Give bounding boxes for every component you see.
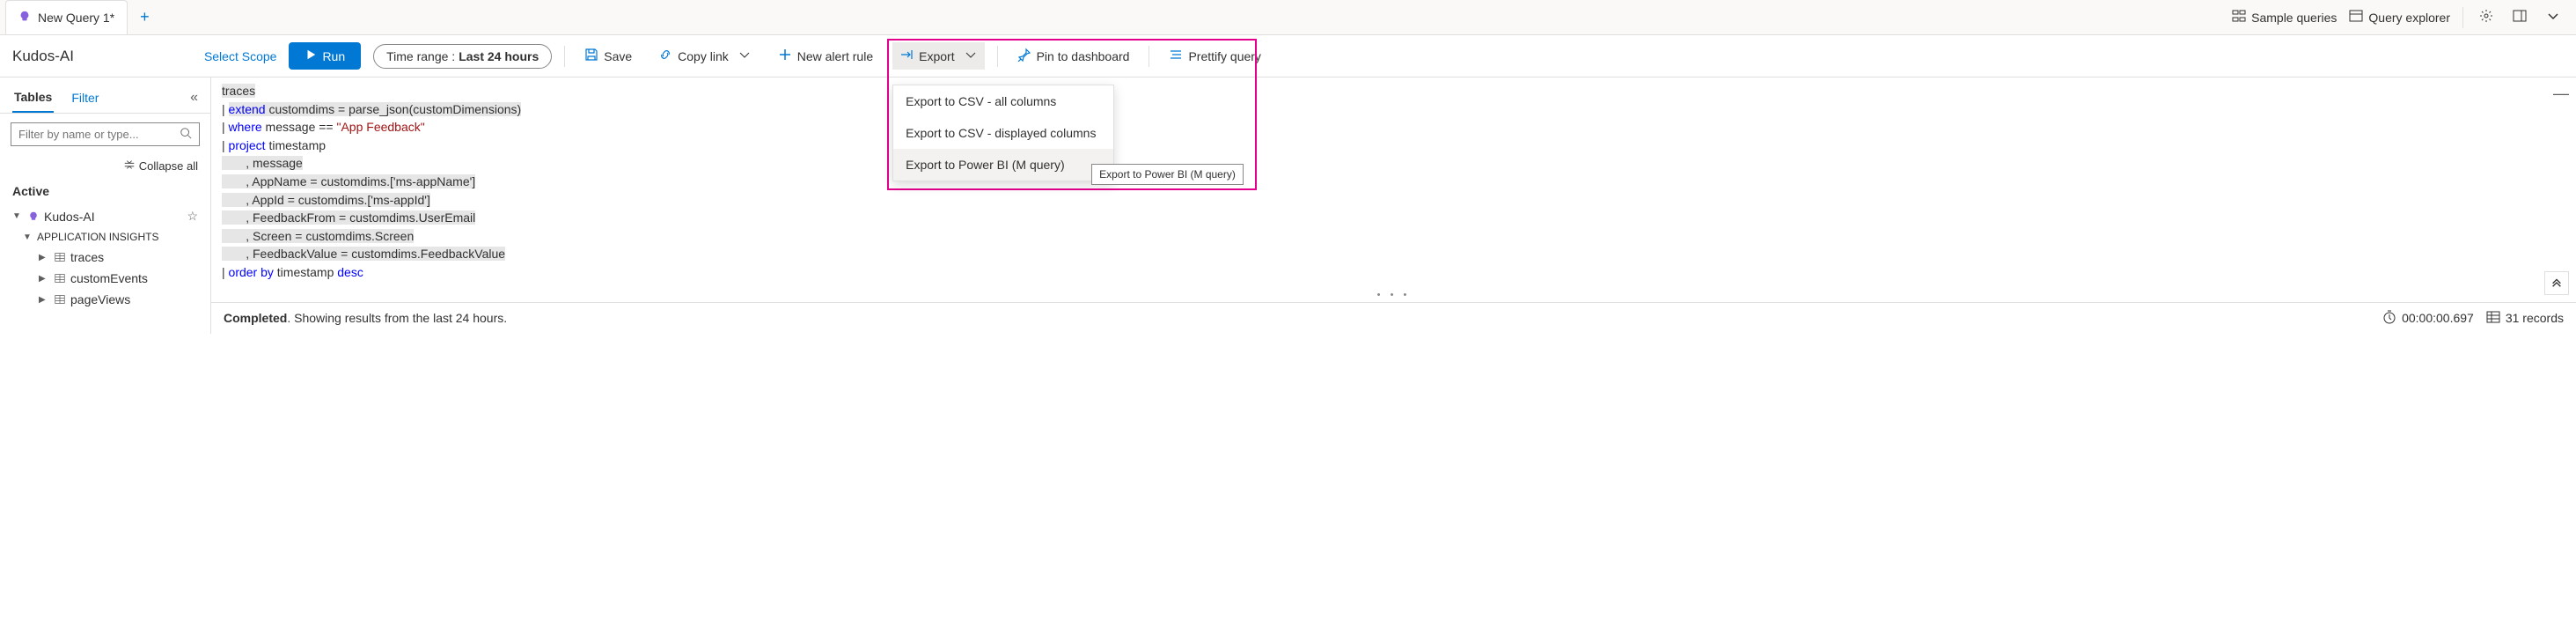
more-button[interactable] bbox=[2543, 5, 2564, 29]
save-button[interactable]: Save bbox=[577, 42, 639, 70]
new-tab-button[interactable]: + bbox=[128, 8, 162, 26]
bulb-icon bbox=[18, 11, 31, 26]
star-icon[interactable]: ☆ bbox=[187, 209, 198, 224]
collapse-all-button[interactable]: Collapse all bbox=[0, 155, 210, 177]
search-box[interactable] bbox=[11, 122, 200, 146]
save-icon bbox=[584, 48, 598, 64]
chevron-down-icon: ▼ bbox=[12, 211, 23, 221]
export-icon bbox=[899, 48, 914, 64]
sidebar: Tables Filter « Collapse all Active ▼ bbox=[0, 78, 211, 334]
pin-icon bbox=[1017, 48, 1031, 64]
chevron-right-icon: ▶ bbox=[39, 274, 49, 284]
sample-queries-button[interactable]: Sample queries bbox=[2232, 9, 2337, 26]
tree-item-traces[interactable]: ▶ traces bbox=[7, 247, 203, 268]
chevron-down-icon: ▼ bbox=[23, 232, 33, 242]
export-csv-displayed[interactable]: Export to CSV - displayed columns bbox=[893, 117, 1113, 149]
table-icon bbox=[53, 252, 67, 262]
table-icon bbox=[53, 273, 67, 284]
time-range-selector[interactable]: Time range : Last 24 hours bbox=[373, 44, 552, 69]
select-scope-link[interactable]: Select Scope bbox=[204, 49, 277, 63]
tab-filter[interactable]: Filter bbox=[70, 84, 100, 112]
status-duration: 00:00:00.697 bbox=[2382, 310, 2474, 327]
tree-group[interactable]: ▼ APPLICATION INSIGHTS bbox=[7, 227, 203, 247]
queries-icon bbox=[2232, 9, 2246, 26]
separator bbox=[2462, 7, 2463, 28]
active-section-label: Active bbox=[0, 177, 210, 205]
table-icon bbox=[53, 294, 67, 305]
prettify-query-button[interactable]: Prettify query bbox=[1162, 42, 1267, 70]
app-root: New Query 1* + Sample queries Query expl… bbox=[0, 0, 2576, 334]
export-dropdown: Export to CSV - all columns Export to CS… bbox=[892, 85, 1114, 181]
scope-name: Kudos-AI bbox=[12, 48, 74, 65]
status-message: . Showing results from the last 24 hours… bbox=[287, 311, 507, 325]
tree-item-pageviews[interactable]: ▶ pageViews bbox=[7, 289, 203, 310]
export-tooltip: Export to Power BI (M query) bbox=[1091, 164, 1244, 185]
search-input[interactable] bbox=[18, 128, 180, 141]
tabbar: New Query 1* + Sample queries Query expl… bbox=[0, 0, 2576, 35]
export-powerbi[interactable]: Export to Power BI (M query) bbox=[893, 149, 1113, 181]
separator bbox=[564, 46, 565, 67]
table-icon bbox=[2486, 310, 2500, 327]
drag-handle[interactable]: • • • bbox=[211, 288, 2576, 302]
tree-item-customevents[interactable]: ▶ customEvents bbox=[7, 268, 203, 289]
export-button[interactable]: Export bbox=[892, 42, 984, 70]
panel-toggle-button[interactable] bbox=[2509, 5, 2530, 29]
chevrons-up-icon bbox=[2550, 277, 2563, 291]
separator bbox=[997, 46, 998, 67]
query-editor[interactable]: traces | extend customdims = parse_json(… bbox=[211, 78, 2576, 288]
panel-icon bbox=[2513, 9, 2527, 26]
tabbar-actions: Sample queries Query explorer bbox=[2232, 5, 2576, 29]
query-tab-active[interactable]: New Query 1* bbox=[5, 0, 128, 34]
stopwatch-icon bbox=[2382, 310, 2396, 327]
chevron-right-icon: ▶ bbox=[39, 253, 49, 262]
sidebar-tabs: Tables Filter « bbox=[0, 83, 210, 114]
chevron-down-icon bbox=[964, 48, 978, 64]
chevron-down-icon bbox=[738, 48, 752, 64]
status-completed: Completed bbox=[224, 311, 287, 325]
tree-root[interactable]: ▼ Kudos-AI ☆ bbox=[7, 205, 203, 227]
explorer-icon bbox=[2349, 9, 2363, 26]
chevron-down-icon bbox=[2546, 9, 2560, 26]
run-button[interactable]: Run bbox=[289, 42, 361, 70]
search-icon bbox=[180, 127, 192, 142]
scroll-top-button[interactable] bbox=[2544, 271, 2569, 295]
pin-dashboard-button[interactable]: Pin to dashboard bbox=[1010, 42, 1137, 70]
body-area: Tables Filter « Collapse all Active ▼ bbox=[0, 78, 2576, 334]
editor-column: — traces | extend customdims = parse_jso… bbox=[211, 78, 2576, 334]
collapse-sidebar-button[interactable]: « bbox=[190, 90, 198, 106]
new-alert-rule-button[interactable]: New alert rule bbox=[771, 42, 880, 70]
tab-tables[interactable]: Tables bbox=[12, 83, 54, 113]
play-icon bbox=[305, 48, 317, 63]
copy-link-button[interactable]: Copy link bbox=[651, 42, 759, 70]
gear-icon bbox=[2479, 9, 2493, 26]
settings-button[interactable] bbox=[2476, 5, 2497, 29]
status-bar: Completed . Showing results from the las… bbox=[211, 302, 2576, 334]
tree: ▼ Kudos-AI ☆ ▼ APPLICATION INSIGHTS ▶ bbox=[0, 205, 210, 310]
status-records: 31 records bbox=[2486, 310, 2564, 327]
collapse-icon bbox=[123, 159, 136, 173]
prettify-icon bbox=[1169, 48, 1183, 64]
tab-label: New Query 1* bbox=[38, 11, 114, 25]
toolbar: Kudos-AI Select Scope Run Time range : L… bbox=[0, 35, 2576, 78]
query-explorer-button[interactable]: Query explorer bbox=[2349, 9, 2450, 26]
plus-icon bbox=[778, 48, 792, 64]
export-csv-all[interactable]: Export to CSV - all columns bbox=[893, 85, 1113, 117]
chevron-right-icon: ▶ bbox=[39, 295, 49, 305]
minimize-editor-button[interactable]: — bbox=[2553, 85, 2569, 103]
link-icon bbox=[658, 48, 672, 64]
bulb-icon bbox=[26, 211, 40, 222]
